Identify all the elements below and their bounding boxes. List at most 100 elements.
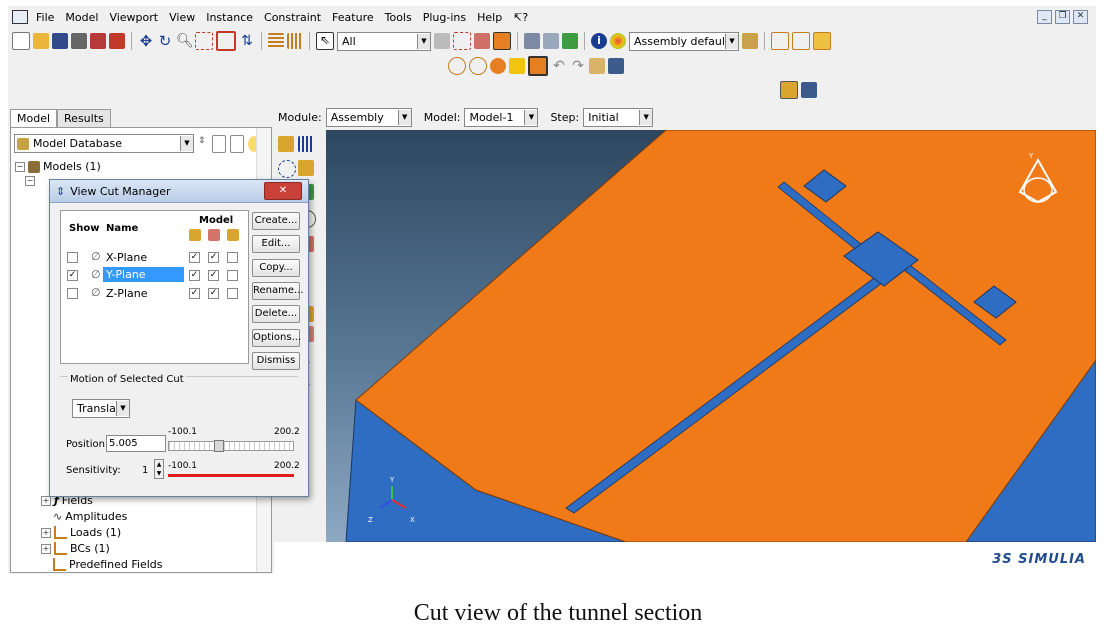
hidden-line-icon[interactable] <box>543 33 559 49</box>
show-checkbox-x[interactable] <box>67 252 78 263</box>
shaded-icon[interactable] <box>562 33 578 49</box>
show-checkbox-z[interactable] <box>67 288 78 299</box>
copy-button[interactable]: Copy... <box>252 259 300 277</box>
minimize-button[interactable]: _ <box>1037 10 1052 24</box>
motion-mode-select[interactable]: Translate ▼ <box>72 399 130 418</box>
import-icon[interactable] <box>90 33 106 49</box>
info-icon[interactable]: i <box>591 33 607 49</box>
light-icon[interactable] <box>509 58 525 74</box>
model-checkbox-z-3[interactable] <box>227 288 238 299</box>
model-checkbox-z-1[interactable]: ✓ <box>189 288 200 299</box>
model-checkbox-x-1[interactable]: ✓ <box>189 252 200 263</box>
save-icon[interactable] <box>52 33 68 49</box>
position-input[interactable] <box>106 435 166 452</box>
expand-icon[interactable]: + <box>41 527 51 538</box>
linear-pattern-icon[interactable] <box>298 136 314 152</box>
tab-results[interactable]: Results <box>57 109 111 127</box>
filter-icon[interactable] <box>230 134 244 153</box>
menu-instance[interactable]: Instance <box>206 11 253 24</box>
tree-amplitudes[interactable]: ∿ Amplitudes <box>53 510 127 523</box>
cut-manager-icon[interactable] <box>608 58 624 74</box>
sort-icon[interactable]: ⇕ <box>198 136 208 152</box>
cycle-views-icon[interactable]: ⇅ <box>239 33 255 49</box>
open-folder-icon[interactable] <box>33 33 49 49</box>
tree-predefined[interactable]: Predefined Fields <box>53 558 163 571</box>
rotate-icon[interactable]: ↻ <box>157 33 173 49</box>
measure-icon[interactable] <box>287 33 303 49</box>
rename-button[interactable]: Rename... <box>252 282 304 300</box>
collapse-icon[interactable]: − <box>25 176 35 186</box>
front-view-icon[interactable] <box>792 32 810 50</box>
menu-feature[interactable]: Feature <box>332 11 374 24</box>
iso-view-icon[interactable] <box>771 32 789 50</box>
delete-button[interactable]: Delete... <box>252 305 300 323</box>
menu-viewport[interactable]: Viewport <box>109 11 158 24</box>
auto-fit-icon[interactable] <box>216 31 236 51</box>
menu-file[interactable]: File <box>36 11 54 24</box>
undo-icon[interactable]: ↶ <box>551 58 567 74</box>
cut-options-icon[interactable] <box>589 58 605 74</box>
menu-model[interactable]: Model <box>65 11 98 24</box>
tab-model[interactable]: Model <box>10 109 58 127</box>
model-checkbox-z-2[interactable]: ✓ <box>208 288 219 299</box>
selection-filter-select[interactable]: All ▼ <box>337 31 431 51</box>
sensitivity-spinner[interactable]: ▲ ▼ <box>154 459 164 479</box>
model-checkbox-y-2[interactable]: ✓ <box>208 270 219 281</box>
module-select[interactable]: Assembly ▼ <box>325 107 412 127</box>
sphere-icon[interactable] <box>490 58 506 74</box>
view-cut-icon[interactable] <box>528 56 548 76</box>
box-select-icon[interactable] <box>453 32 471 50</box>
restore-button[interactable]: ❐ <box>1055 10 1070 24</box>
menu-constraint[interactable]: Constraint <box>264 11 321 24</box>
menu-tools[interactable]: Tools <box>385 11 412 24</box>
solid-view-icon[interactable] <box>813 32 831 50</box>
box-zoom-icon[interactable] <box>195 32 213 50</box>
ring-view-2-icon[interactable] <box>469 57 487 75</box>
select-cells-icon[interactable] <box>474 33 490 49</box>
expand-icon[interactable]: + <box>41 495 51 506</box>
expand-icon[interactable]: + <box>41 543 51 554</box>
tree-bcs[interactable]: + BCs (1) <box>41 542 110 555</box>
edit-button[interactable]: Edit... <box>252 235 300 253</box>
tree-models[interactable]: − Models (1) <box>15 160 101 173</box>
position-slider-handle[interactable] <box>213 440 224 452</box>
menu-help[interactable]: Help <box>477 11 502 24</box>
select-arrow-icon[interactable]: ⇖ <box>316 32 334 50</box>
tree-loads[interactable]: + Loads (1) <box>41 526 121 539</box>
cut-row-x-plane[interactable]: ∅ X-Plane ✓ ✓ <box>61 249 248 265</box>
render-model-icon[interactable] <box>493 32 511 50</box>
pan-icon[interactable]: ✥ <box>138 33 154 49</box>
collapse-icon[interactable]: − <box>15 161 25 172</box>
expand-icon[interactable] <box>212 134 226 153</box>
render-style-select[interactable]: Assembly defaults ▼ <box>629 31 739 51</box>
database-select[interactable]: Model Database ▼ <box>14 134 194 153</box>
viewport[interactable]: Y Y X Z <box>326 130 1096 542</box>
model-checkbox-y-3[interactable] <box>227 270 238 281</box>
zoom-icon[interactable]: 🔍︎ <box>176 33 194 49</box>
redo-icon[interactable]: ↷ <box>570 58 586 74</box>
model-checkbox-y-1[interactable]: ✓ <box>189 270 200 281</box>
ring-view-icon[interactable] <box>448 57 466 75</box>
model-checkbox-x-2[interactable]: ✓ <box>208 252 219 263</box>
instance-part-icon[interactable] <box>278 136 294 152</box>
query-icon[interactable] <box>268 33 284 49</box>
options-button[interactable]: Options... <box>252 329 301 347</box>
sensitivity-slider[interactable] <box>168 474 294 477</box>
cut-row-z-plane[interactable]: ∅ Z-Plane ✓ ✓ <box>61 285 248 301</box>
export-icon[interactable] <box>109 33 125 49</box>
dialog-close-button[interactable]: ✕ <box>264 182 302 200</box>
color-palette-icon[interactable] <box>610 33 626 49</box>
show-checkbox-y[interactable]: ✓ <box>67 270 78 281</box>
dismiss-button[interactable]: Dismiss <box>252 352 300 370</box>
model-checkbox-x-3[interactable] <box>227 252 238 263</box>
new-file-icon[interactable] <box>12 32 30 50</box>
menu-plugins[interactable]: Plug-ins <box>423 11 466 24</box>
wireframe-icon[interactable] <box>524 33 540 49</box>
radial-pattern-icon[interactable] <box>278 160 296 178</box>
color-code-icon[interactable] <box>742 33 758 49</box>
create-button[interactable]: Create... <box>252 212 300 230</box>
step-select[interactable]: Initial ▼ <box>583 107 654 127</box>
position-slider[interactable] <box>168 440 294 452</box>
close-window-button[interactable]: ✕ <box>1073 10 1088 24</box>
model-select[interactable]: Model-1 ▼ <box>464 107 539 127</box>
